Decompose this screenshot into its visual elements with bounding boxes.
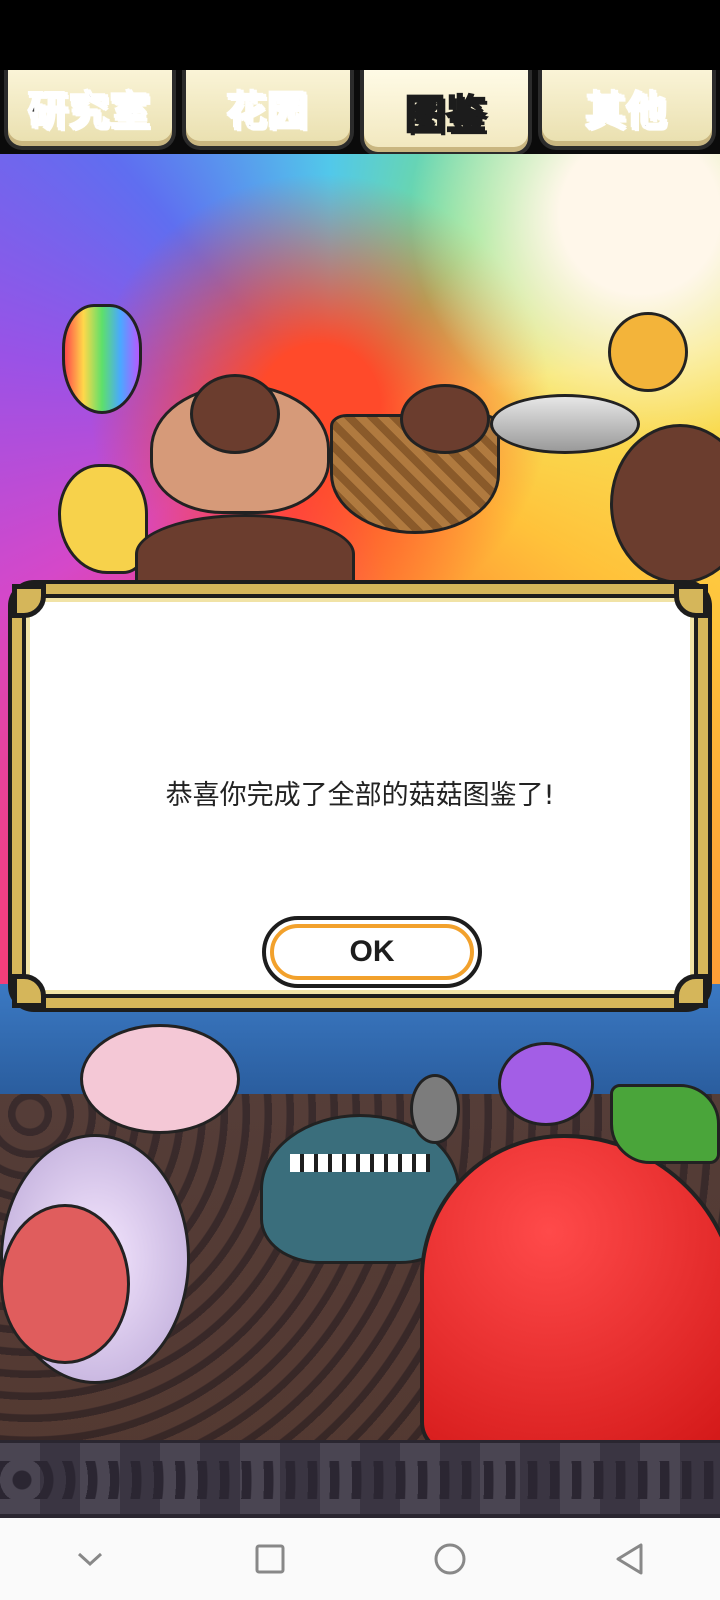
strawberry-mushroom-character: [420, 1134, 720, 1440]
nav-recents-button[interactable]: [230, 1529, 310, 1589]
nav-collapse-button[interactable]: [50, 1529, 130, 1589]
completion-dialog: 恭喜你完成了全部的菇菇图鉴了! OK: [8, 580, 712, 1012]
anglerfish-teeth: [290, 1154, 430, 1172]
basket-mushroom-head: [400, 384, 490, 454]
penguin-character: [410, 1074, 460, 1144]
ufo-character: [490, 394, 640, 454]
red-lips-mushroom: [0, 1204, 130, 1364]
decorative-band: [0, 1440, 720, 1514]
tab-encyclopedia-label: 图鉴: [404, 91, 487, 139]
tab-lab-label: 研究室: [28, 88, 152, 136]
purple-anemone-character: [498, 1042, 594, 1126]
rainbow-mushroom-character: [62, 304, 142, 414]
tab-encyclopedia[interactable]: 图鉴: [360, 70, 532, 156]
sumo-mushroom-cap: [190, 374, 280, 454]
dialog-corner-ornament: [674, 974, 708, 1008]
tab-garden[interactable]: 花园: [182, 70, 354, 150]
tab-garden-label: 花园: [226, 88, 309, 136]
system-navigation-bar: [0, 1518, 720, 1600]
nav-back-button[interactable]: [590, 1529, 670, 1589]
tab-other-label: 其他: [585, 88, 668, 136]
ok-button-label: OK: [349, 935, 395, 968]
pink-mushroom-character: [80, 1024, 240, 1134]
dialog-corner-ornament: [12, 584, 46, 618]
dialog-corner-ornament: [12, 974, 46, 1008]
ok-button[interactable]: OK: [262, 916, 482, 988]
nav-home-button[interactable]: [410, 1529, 490, 1589]
circle-icon: [434, 1543, 466, 1575]
tab-lab[interactable]: 研究室: [4, 70, 176, 150]
status-bar: [0, 0, 720, 70]
dialog-message: 恭喜你完成了全部的菇菇图鉴了!: [165, 780, 555, 811]
square-icon: [255, 1544, 285, 1574]
tab-bar: 研究室 花园 图鉴 其他: [0, 70, 720, 156]
chevron-down-icon: [77, 1552, 103, 1567]
winged-mushroom-character: [608, 312, 688, 392]
dialog-panel: 恭喜你完成了全部的菇菇图鉴了! OK: [12, 584, 708, 1008]
tab-other[interactable]: 其他: [538, 70, 716, 150]
strawberry-leaves: [610, 1084, 720, 1164]
dialog-corner-ornament: [674, 584, 708, 618]
triangle-back-icon: [616, 1543, 643, 1575]
large-brown-mushroom: [610, 424, 720, 584]
